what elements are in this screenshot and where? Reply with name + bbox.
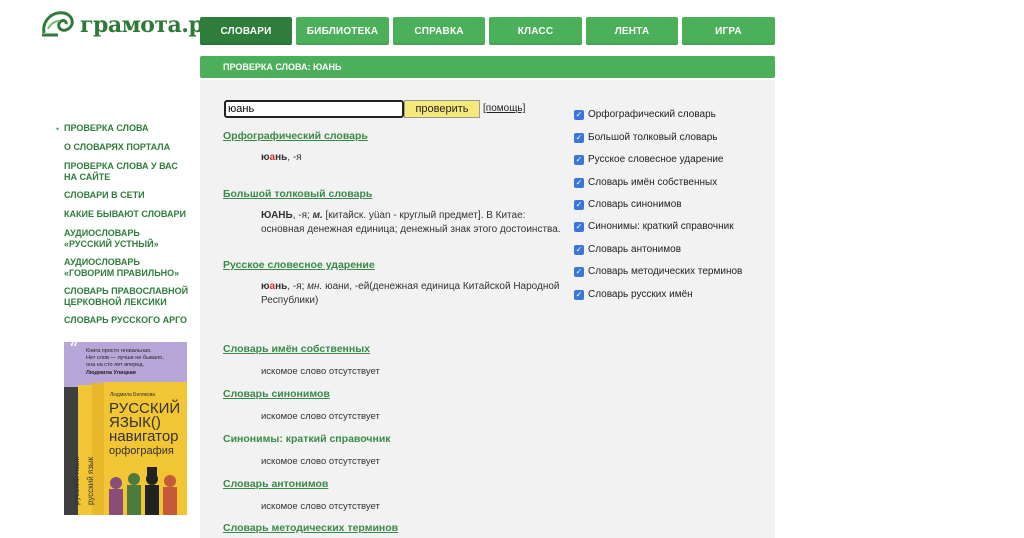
- tab-biblioteka[interactable]: Библиотека: [296, 17, 389, 45]
- entry-orfo: юань, -я: [261, 152, 302, 163]
- absent-note: искомое слово отсутствует: [261, 411, 380, 422]
- entry-stress: юань, -я; мн. юани, -ей(денежная единица…: [261, 281, 560, 306]
- page-title: ПРОВЕРКА СЛОВА: ЮАНЬ: [223, 62, 342, 72]
- logo-text: грамота.ру: [80, 12, 217, 38]
- book-ad-banner[interactable]: “ Книга просто гениальная. Нет слов — лу…: [64, 342, 187, 515]
- checkbox-names[interactable]: ✓ Словарь имён собственных: [574, 177, 717, 188]
- dict-title-methodical[interactable]: Словарь методических терминов: [223, 522, 398, 534]
- tab-igra[interactable]: Игра: [682, 17, 775, 45]
- checkbox-checked-icon[interactable]: ✓: [574, 221, 584, 232]
- dict-title-stress[interactable]: Русское словесное ударение: [223, 259, 375, 271]
- checkbox-checked-icon[interactable]: ✓: [574, 199, 584, 210]
- sidebar-item-church[interactable]: Словарь православной церковной лексики: [64, 286, 190, 308]
- checkbox-checked-icon[interactable]: ✓: [574, 289, 584, 300]
- checkbox-russian-names[interactable]: ✓ Словарь русских имён: [574, 289, 693, 300]
- entry-btsl: ЮАНЬ, -я; м. [китайск. yüan - круглый пр…: [261, 210, 561, 235]
- dict-title-antonyms[interactable]: Словарь антонимов: [223, 478, 328, 490]
- sidebar-item-audio-oral[interactable]: Аудиословарь «Русский устный»: [64, 228, 190, 250]
- checkbox-checked-icon[interactable]: ✓: [574, 132, 584, 143]
- tab-slovari[interactable]: Словари: [200, 17, 292, 45]
- sidebar-item-types[interactable]: Какие бывают словари: [64, 209, 190, 220]
- people-silhouettes-icon: [109, 467, 177, 515]
- checkbox-checked-icon[interactable]: ✓: [574, 266, 584, 277]
- site-logo[interactable]: грамота.ру: [40, 8, 217, 42]
- checkbox-checked-icon[interactable]: ✓: [574, 177, 584, 188]
- tab-spravka[interactable]: Справка: [393, 17, 485, 45]
- checkbox-methodical[interactable]: ✓ Словарь методических терминов: [574, 266, 742, 277]
- checkbox-synonyms-short[interactable]: ✓ Синонимы: краткий справочник: [574, 221, 734, 232]
- logo-swirl-icon: [42, 11, 74, 37]
- sidebar-item-check-word[interactable]: Проверка слова: [64, 123, 190, 134]
- checkbox-checked-icon[interactable]: ✓: [574, 244, 584, 255]
- absent-note: искомое слово отсутствует: [261, 366, 380, 377]
- quote-icon: “: [69, 342, 79, 360]
- absent-note: искомое слово отсутствует: [261, 501, 380, 512]
- checkbox-synonyms[interactable]: ✓ Словарь синонимов: [574, 199, 682, 210]
- sidebar-item-online[interactable]: Словари в сети: [64, 190, 190, 201]
- dict-title-names[interactable]: Словарь имён собственных: [223, 343, 370, 355]
- sidebar-item-audio-correct[interactable]: Аудиословарь «Говорим правильно»: [64, 257, 190, 279]
- checkbox-btsl[interactable]: ✓ Большой толковый словарь: [574, 132, 718, 143]
- dict-title-synonyms[interactable]: Словарь синонимов: [223, 388, 330, 400]
- sidebar-item-about[interactable]: О словарях портала: [64, 142, 190, 153]
- dict-title-btsl[interactable]: Большой толковый словарь: [223, 188, 372, 200]
- sidebar-item-argo[interactable]: Словарь русского арго: [64, 315, 190, 326]
- tab-klass[interactable]: Класс: [489, 17, 582, 45]
- checkbox-checked-icon[interactable]: ✓: [574, 109, 584, 120]
- checkbox-antonyms[interactable]: ✓ Словарь антонимов: [574, 244, 681, 255]
- help-link[interactable]: [помощь]: [483, 103, 525, 114]
- checkbox-checked-icon[interactable]: ✓: [574, 154, 584, 165]
- dict-title-orfo[interactable]: Орфографический словарь: [223, 130, 368, 142]
- content-area: [200, 80, 775, 538]
- ad-quote: “ Книга просто гениальная. Нет слов — лу…: [69, 342, 164, 376]
- checkbox-stress[interactable]: ✓ Русское словесное ударение: [574, 154, 724, 165]
- search-input[interactable]: [224, 100, 404, 118]
- absent-note: искомое слово отсутствует: [261, 456, 380, 467]
- tab-lenta[interactable]: Лента: [586, 17, 678, 45]
- sidebar-item-widget[interactable]: Проверка слова у вас на сайте: [64, 161, 190, 183]
- book-cover: Людмила Белякова РУССКИЙ ЯЗЫК() навигато…: [104, 382, 187, 515]
- dict-title-synonyms-short[interactable]: Синонимы: краткий справочник: [223, 433, 391, 445]
- bullet-icon: •: [56, 124, 60, 134]
- page-title-bar: ПРОВЕРКА СЛОВА: ЮАНЬ: [200, 56, 775, 78]
- checkbox-orfo[interactable]: ✓ Орфографический словарь: [574, 109, 716, 120]
- check-button[interactable]: проверить: [404, 100, 480, 118]
